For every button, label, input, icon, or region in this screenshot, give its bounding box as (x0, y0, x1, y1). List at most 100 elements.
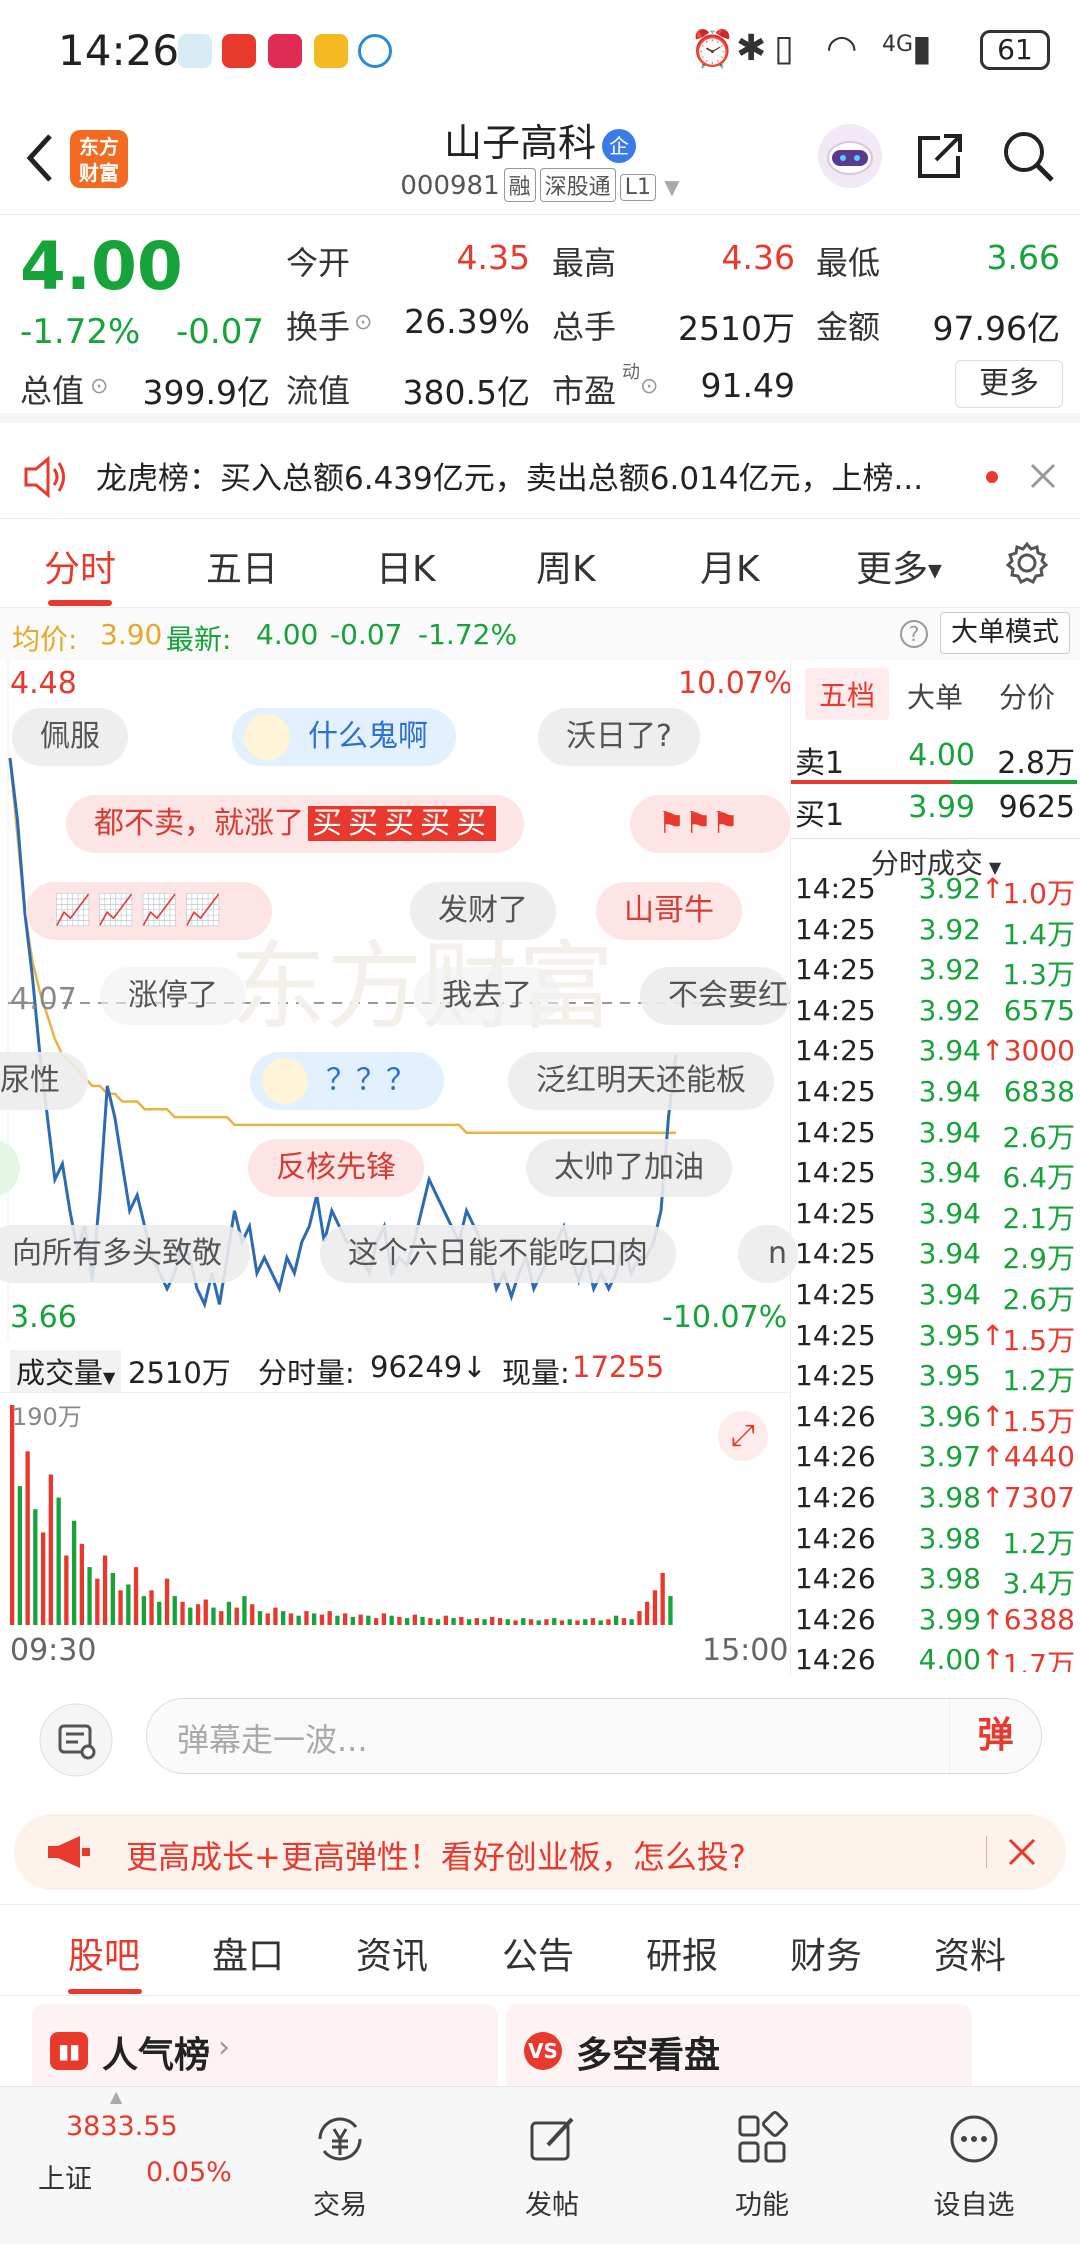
robot-assistant-icon[interactable] (818, 124, 882, 188)
danmu-bubble[interactable]: 向所有多头致敬 (0, 1225, 250, 1283)
close-icon[interactable] (1006, 1836, 1038, 1868)
danmu-bubble[interactable]: 太帅了加油 (526, 1139, 732, 1197)
tab-finance[interactable]: 财务 (790, 1927, 862, 1979)
danmu-bubble[interactable]: 发财了 (410, 882, 556, 940)
danmu-text: ？？？ (326, 1063, 416, 1098)
volume-bar (497, 1618, 503, 1625)
expand-icon[interactable]: ⤢ (718, 1411, 768, 1461)
trade-row: 14:25 3.92 1.3万 (791, 953, 1080, 994)
tab-weekly-k[interactable]: 周K (536, 540, 596, 592)
index-ticker[interactable]: ▲ 3833.55 上证 0.05% (30, 2087, 232, 2237)
trade-amount: 1.2万 (1002, 1364, 1075, 1398)
danmu-bubble[interactable]: 📈📈📈📈 (26, 882, 272, 940)
bull-bear-card[interactable]: VS 多空看盘 (506, 2004, 972, 2094)
tab-order-flow[interactable]: 盘口 (212, 1927, 284, 1979)
volume-header: 成交量▼ 2510万 分时量: 96249↓ 现量: 17255 (0, 1346, 790, 1392)
danmu-bubble[interactable]: n (738, 1225, 798, 1283)
trade-time: 14:25 (795, 912, 876, 946)
status-bar: 14:26 ⏰ ✱ ▯ ◠ 4G ▮ 61 (0, 0, 1080, 100)
signal-icon: ▮ (912, 28, 932, 69)
news-text[interactable]: 龙虎榜：买入总额6.439亿元，卖出总额6.014亿元，上榜... (96, 453, 923, 498)
settings-gear-icon[interactable] (1004, 540, 1050, 586)
send-danmu-button[interactable]: 弹 (949, 1699, 1041, 1773)
up-arrow-icon: ↑ (981, 1318, 1005, 1352)
volume-bar (389, 1615, 394, 1625)
volume-bar (459, 1616, 464, 1625)
news-ticker[interactable]: 龙虎榜：买入总额6.439亿元，卖出总额6.014亿元，上榜... (0, 433, 1080, 519)
volume-bar (304, 1611, 309, 1625)
promo-banner[interactable]: 更高成长+更高弹性！看好创业板，怎么投? (14, 1814, 1066, 1890)
tab-price-distribution[interactable]: 分价 (999, 676, 1055, 716)
danmu-bubble[interactable]: ⚑⚑⚑ (630, 795, 790, 853)
search-icon[interactable] (998, 126, 1058, 186)
trade-price: 3.95 (918, 1318, 981, 1352)
level-tag: L1 (619, 174, 656, 201)
tab-intraday[interactable]: 分时 (44, 540, 116, 592)
danmu-bubble[interactable]: 泛红明天还能板 (508, 1052, 774, 1110)
tab-announcements[interactable]: 公告 (502, 1927, 574, 1979)
nav-label: 功能 (735, 2190, 789, 2221)
danmu-text: 什么鬼啊 (308, 719, 428, 754)
tab-forum[interactable]: 股吧 (68, 1927, 140, 1979)
trade-amount: 3.4万 (1002, 1567, 1075, 1601)
trade-amount: 1.2万 (1002, 1526, 1075, 1560)
tab-big-orders[interactable]: 大单 (907, 676, 963, 716)
volume-bar (443, 1615, 448, 1625)
market-cap-value: 399.9亿 (142, 373, 270, 412)
volume-bar (621, 1618, 627, 1625)
volume-chart[interactable]: 190万 ⤢ 09:30 15:00 (0, 1392, 790, 1682)
trade-row: 14:25 3.94 2.6万 (791, 1278, 1080, 1319)
trade-row: 14:25 3.94 ↑ 3000 (791, 1034, 1080, 1075)
info-icon[interactable]: ⊙ (90, 374, 108, 399)
tab-more[interactable]: 更多▼ (856, 540, 942, 592)
trade-time: 14:25 (795, 953, 876, 987)
info-icon[interactable]: ⊙ (354, 310, 372, 335)
danmu-bubble[interactable]: 反核先锋 (248, 1139, 424, 1197)
close-icon[interactable] (1026, 459, 1060, 493)
nav-label: 设自选 (933, 2190, 1015, 2221)
up-arrow-icon: ↑ (981, 1034, 1005, 1068)
more-quote-button[interactable]: 更多 (955, 360, 1063, 408)
danmu-bubble[interactable]: 山哥牛 (596, 882, 742, 940)
big-order-mode-button[interactable]: 大单模式 (940, 612, 1070, 654)
trade-time: 14:26 (795, 1481, 876, 1514)
danmu-bubble[interactable]: 佩服 (12, 708, 128, 766)
danmu-bubble[interactable]: 沃日了? (538, 708, 700, 766)
user-avatar-icon (244, 714, 290, 760)
volume-bar (118, 1590, 123, 1625)
tab-research[interactable]: 研报 (646, 1927, 718, 1979)
help-icon[interactable]: ? (900, 620, 928, 648)
tab-daily-k[interactable]: 日K (376, 540, 436, 592)
danmu-bubble[interactable]: 不会要红 (640, 967, 790, 1025)
volume-bar (87, 1567, 92, 1625)
volume-bar (652, 1590, 658, 1625)
volume-bar (312, 1613, 317, 1625)
tab-five-levels[interactable]: 五档 (805, 668, 890, 720)
tab-news[interactable]: 资讯 (356, 1927, 428, 1979)
volume-value: 2510万 (678, 309, 795, 348)
popularity-rank-card[interactable]: ▮▮ 人气榜 › (32, 2004, 498, 2094)
share-icon[interactable] (910, 126, 970, 186)
tab-profile[interactable]: 资料 (934, 1927, 1006, 1979)
volume-dropdown[interactable]: 成交量▼ (10, 1350, 122, 1392)
tab-five-day[interactable]: 五日 (206, 540, 278, 592)
volume-bar (195, 1604, 201, 1625)
intraday-chart[interactable]: 东方财富 4.48 4.07 3.66 10.07% -10.07% 佩服 什么… (0, 660, 798, 1350)
danmu-bubble[interactable]: 这个六日能不能吃口肉 (320, 1225, 676, 1283)
bottom-nav: ▲ 3833.55 上证 0.05% 交易 发帖 功能 设自选 (0, 2086, 1080, 2244)
danmu-bubble[interactable]: 什么鬼啊 (232, 708, 456, 766)
volume-bar (164, 1578, 170, 1625)
danmu-bubble[interactable]: ？？？ (250, 1052, 444, 1110)
trade-price: 3.92 (918, 953, 981, 987)
danmu-bubble[interactable]: 尿性 (0, 1052, 88, 1110)
danmu-bubble[interactable]: 都不卖，就涨了 买买买买买 (66, 795, 524, 853)
volume-bar (157, 1601, 162, 1625)
danmu-settings-icon[interactable] (38, 1702, 114, 1778)
danmu-bubble[interactable]: 我去了 (414, 967, 560, 1025)
trade-row: 14:25 3.95 ↑ 1.5万 (791, 1319, 1080, 1360)
sell1-row: 卖1 4.00 2.8万 (791, 730, 1080, 784)
tab-monthly-k[interactable]: 月K (700, 540, 760, 592)
danmu-input[interactable]: 弹幕走一波... 弹 (146, 1698, 1042, 1774)
danmu-bubble[interactable]: 涨停了 (100, 967, 246, 1025)
volume-bars-plot (10, 1405, 673, 1625)
